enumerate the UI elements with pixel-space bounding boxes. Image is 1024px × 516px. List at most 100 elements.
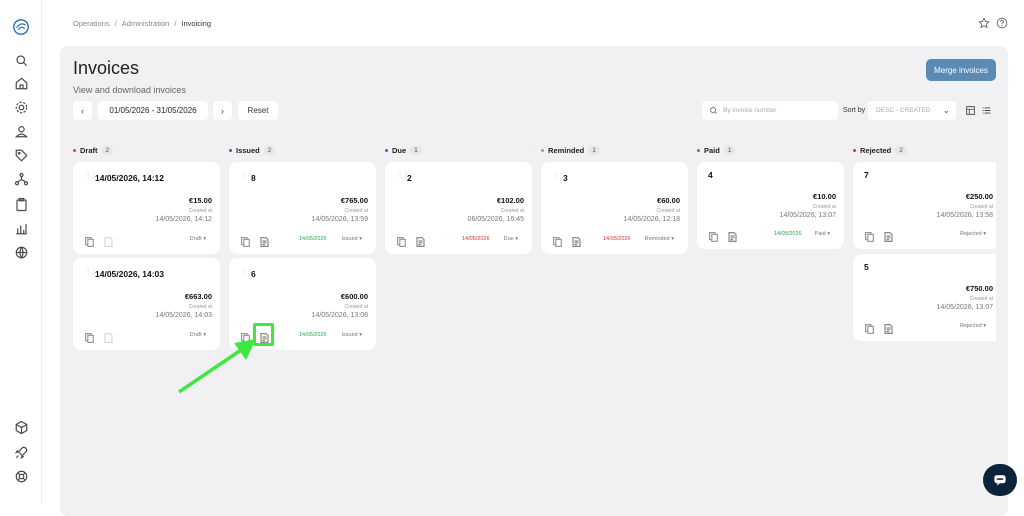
copy-icon[interactable] [865, 229, 874, 243]
drag-handle-icon[interactable]: ⋮⋮ [85, 173, 97, 182]
status-dropdown[interactable]: Reminded ▾ [645, 236, 674, 242]
created-date: 14/05/2026, 14:12 [155, 216, 212, 223]
chart-icon[interactable] [12, 219, 30, 237]
created-label: Created at [656, 208, 680, 214]
created-date: 14/05/2026, 13:58 [936, 212, 993, 219]
next-period-button[interactable]: › [213, 101, 232, 120]
network-icon[interactable] [12, 170, 30, 188]
created-label: Created at [969, 204, 993, 210]
created-date: 14/05/2026, 13:59 [311, 216, 368, 223]
column-name: Paid [704, 146, 720, 155]
status-dot [229, 149, 232, 152]
invoice-card[interactable]: 4 €10.00 Created at 14/05/2026, 13:07 14… [697, 162, 844, 249]
drag-handle-icon[interactable]: ⋮⋮ [85, 269, 97, 278]
reset-button[interactable]: Reset [238, 101, 278, 120]
card-amount: €600.00 [340, 292, 368, 301]
copy-icon[interactable] [397, 234, 406, 248]
home-icon[interactable] [12, 74, 30, 92]
sort-select[interactable]: DESC - CREATED ⌄ [868, 101, 956, 120]
breadcrumb: Operations / Administration / Invoicing [73, 19, 211, 28]
status-dropdown[interactable]: Issued ▾ [342, 332, 363, 338]
column-count: 1 [410, 146, 422, 155]
created-date: 14/05/2026, 14:03 [155, 312, 212, 319]
settings-icon[interactable] [12, 98, 30, 116]
list-view-icon[interactable] [980, 103, 993, 117]
invoice-card[interactable]: 7 €250.00 Created at 14/05/2026, 13:58 R… [853, 162, 996, 249]
column-header-reminded: Reminded 1 [541, 146, 600, 155]
column-count: 2 [895, 146, 907, 155]
breadcrumb-separator: / [114, 19, 117, 28]
card-amount: €663.00 [184, 292, 212, 301]
status-dropdown[interactable]: Rejected ▾ [960, 231, 986, 237]
page-title: Invoices [73, 58, 140, 78]
document-icon [104, 330, 113, 343]
drag-handle-icon[interactable]: ⋮⋮ [241, 269, 253, 278]
created-label: Created at [812, 204, 836, 210]
document-icon[interactable] [884, 229, 893, 242]
cube-icon[interactable] [12, 418, 30, 436]
status-dropdown[interactable]: Due ▾ [504, 236, 518, 242]
clipboard-icon[interactable] [12, 195, 30, 213]
tag-icon[interactable] [12, 146, 30, 164]
created-date: 14/05/2026, 13:07 [936, 304, 993, 311]
copy-icon[interactable] [85, 330, 94, 344]
document-icon[interactable] [260, 234, 269, 247]
drag-handle-icon[interactable]: ⋮⋮ [553, 173, 565, 182]
rocket-icon[interactable] [12, 443, 30, 461]
column-header-rejected: Rejected 2 [853, 146, 907, 155]
column-name: Due [392, 146, 407, 155]
chat-widget-button[interactable] [983, 464, 1017, 496]
status-dropdown[interactable]: Issued ▾ [342, 236, 363, 242]
copy-icon[interactable] [709, 229, 718, 243]
prev-period-button[interactable]: ‹ [73, 101, 92, 120]
invoice-card[interactable]: ⋮⋮ 8 €765.00 Created at 14/05/2026, 13:5… [229, 162, 376, 254]
drag-handle-icon[interactable]: ⋮⋮ [241, 173, 253, 182]
card-amount: €10.00 [813, 192, 836, 201]
document-icon[interactable] [572, 234, 581, 247]
status-dropdown[interactable]: Draft ▾ [190, 236, 206, 242]
search-box[interactable] [702, 101, 838, 120]
column-name: Issued [236, 146, 260, 155]
globe-icon[interactable] [12, 243, 30, 261]
column-header-draft: Draft 2 [73, 146, 114, 155]
invoice-card[interactable]: ⋮⋮ 14/05/2026, 14:12 €15.00 Created at 1… [73, 162, 220, 254]
star-icon[interactable] [978, 17, 990, 29]
invoice-card[interactable]: ⋮⋮ 2 €102.00 Created at 06/05/2026, 16:4… [385, 162, 532, 254]
help-icon[interactable] [996, 17, 1008, 29]
drag-handle-icon[interactable]: ⋮⋮ [397, 173, 409, 182]
card-amount: €765.00 [340, 196, 368, 205]
created-date: 06/05/2026, 16:45 [467, 216, 524, 223]
logo-icon[interactable] [12, 18, 30, 36]
created-label: Created at [969, 296, 993, 302]
document-icon[interactable] [884, 321, 893, 334]
column-name: Rejected [860, 146, 892, 155]
document-icon[interactable] [728, 229, 737, 242]
date-range-picker[interactable]: 01/05/2026 - 31/05/2026 [98, 101, 208, 120]
card-amount: €750.00 [965, 284, 993, 293]
breadcrumb-operations[interactable]: Operations [73, 19, 110, 28]
status-dropdown[interactable]: Rejected ▾ [960, 323, 986, 329]
lifebuoy-icon[interactable] [12, 467, 30, 485]
created-date: 14/05/2026, 13:07 [779, 212, 836, 219]
status-dropdown[interactable]: Paid ▾ [815, 231, 830, 237]
invoice-card[interactable]: 5 €750.00 Created at 14/05/2026, 13:07 R… [853, 254, 996, 341]
user-icon[interactable] [12, 122, 30, 140]
due-date: 14/05/2026 [603, 236, 631, 242]
created-label: Created at [344, 304, 368, 310]
status-dot [385, 149, 388, 152]
issue-date: 14/05/2026 [299, 332, 327, 338]
card-title: 14/05/2026, 14:03 [95, 269, 165, 279]
document-icon[interactable] [416, 234, 425, 247]
document-icon [104, 234, 113, 247]
invoice-card[interactable]: ⋮⋮ 3 €60.00 Created at 14/05/2026, 12:18… [541, 162, 688, 254]
board-view-icon[interactable] [964, 103, 977, 117]
copy-icon[interactable] [553, 234, 562, 248]
copy-icon[interactable] [85, 234, 94, 248]
search-icon[interactable] [12, 51, 30, 69]
copy-icon[interactable] [865, 321, 874, 335]
card-title: 14/05/2026, 14:12 [95, 173, 165, 183]
breadcrumb-administration[interactable]: Administration [122, 19, 170, 28]
merge-invoices-button[interactable]: Merge invoices [926, 59, 996, 81]
search-input[interactable] [723, 107, 823, 114]
copy-icon[interactable] [241, 234, 250, 248]
